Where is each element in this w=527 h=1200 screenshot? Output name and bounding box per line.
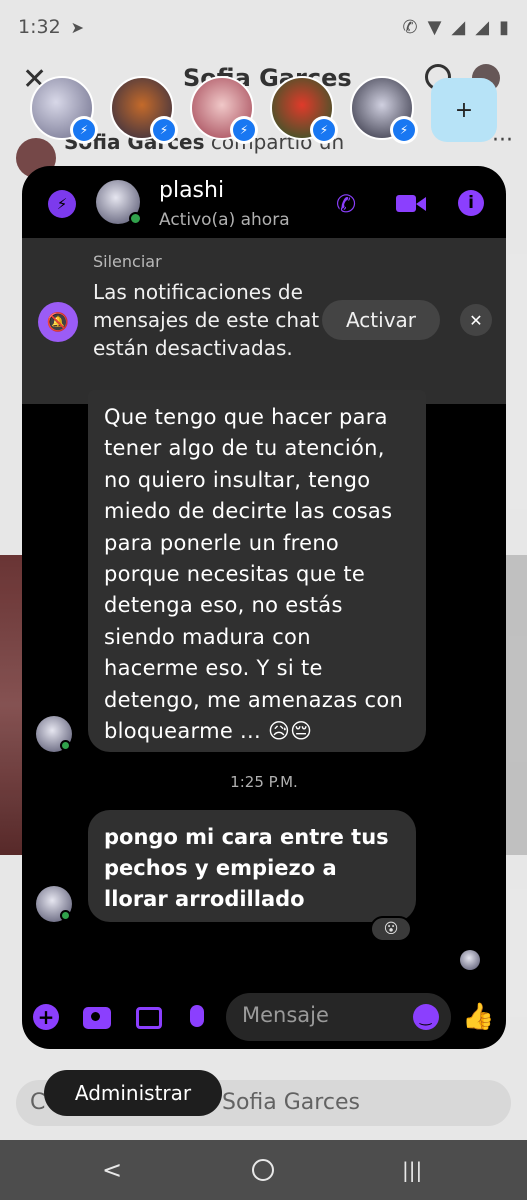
bell-muted-icon: 🔕 (38, 302, 78, 342)
messenger-icon: ⚡ (153, 119, 175, 141)
chat-head[interactable]: ⚡ (110, 76, 178, 144)
camera-icon[interactable] (83, 1007, 111, 1029)
messenger-badge: ⚡ (390, 116, 418, 144)
messenger-icon[interactable]: ⚡ (48, 190, 76, 218)
messenger-icon: ⚡ (393, 119, 415, 141)
message-bubble[interactable]: Que tengo que hacer para tener algo de t… (88, 390, 426, 752)
thumbs-up-icon[interactable]: 👍 (462, 1002, 494, 1032)
mute-heading: Silenciar (93, 252, 162, 271)
recent-apps-icon[interactable]: ||| (402, 1158, 422, 1182)
emoji-icon[interactable] (413, 1004, 439, 1030)
chat-head[interactable]: ⚡ (190, 76, 258, 144)
online-indicator (60, 740, 71, 751)
back-icon[interactable]: < (102, 1156, 122, 1184)
messenger-badge: ⚡ (150, 116, 178, 144)
plus-icon[interactable]: + (33, 1004, 59, 1030)
chat-header: ⚡ plashi Activo(a) ahora ✆ i (22, 166, 506, 238)
messenger-badge: ⚡ (230, 116, 258, 144)
info-icon[interactable]: i (458, 190, 484, 216)
chat-heads-row: ⚡ ⚡ ⚡ ⚡ ⚡ (30, 76, 418, 144)
mic-icon[interactable] (190, 1005, 204, 1027)
message-text: Que tengo que hacer para tener algo de t… (104, 405, 404, 744)
seen-avatar (460, 950, 480, 970)
contact-status: Activo(a) ahora (159, 210, 290, 230)
mute-text: Las notificaciones de mensajes de este c… (93, 280, 320, 360)
messenger-icon: ⚡ (233, 119, 255, 141)
contact-name[interactable]: plashi (159, 178, 224, 203)
activate-button[interactable]: Activar (322, 300, 440, 340)
close-banner-button[interactable]: ✕ (460, 304, 492, 336)
manage-button[interactable]: Administrar (44, 1070, 222, 1116)
reaction-chip[interactable]: 😮 (370, 916, 412, 942)
mute-banner: Silenciar 🔕 Las notificaciones de mensaj… (22, 238, 506, 404)
chat-head[interactable]: ⚡ (270, 76, 338, 144)
messenger-icon: ⚡ (313, 119, 335, 141)
chat-head[interactable]: ⚡ (350, 76, 418, 144)
chat-head[interactable]: ⚡ (30, 76, 98, 144)
messenger-badge: ⚡ (70, 116, 98, 144)
system-nav-bar: < ||| (0, 1140, 527, 1200)
messenger-icon: ⚡ (73, 119, 95, 141)
add-chat-head-button[interactable]: + (431, 78, 497, 142)
online-indicator (129, 212, 142, 225)
composer: + Mensaje 👍 (22, 986, 506, 1049)
video-icon[interactable] (396, 193, 426, 215)
image-icon[interactable] (136, 1007, 162, 1029)
chat-panel: ⚡ plashi Activo(a) ahora ✆ i Silenciar 🔕… (22, 166, 506, 1049)
online-indicator (60, 910, 71, 921)
time-separator: 1:25 P.M. (230, 773, 298, 791)
message-text: pongo mi cara entre tus pechos y empiezo… (104, 825, 389, 911)
home-icon[interactable] (252, 1159, 274, 1181)
message-bubble[interactable]: pongo mi cara entre tus pechos y empiezo… (88, 810, 416, 922)
phone-icon[interactable]: ✆ (336, 190, 356, 218)
messenger-badge: ⚡ (310, 116, 338, 144)
